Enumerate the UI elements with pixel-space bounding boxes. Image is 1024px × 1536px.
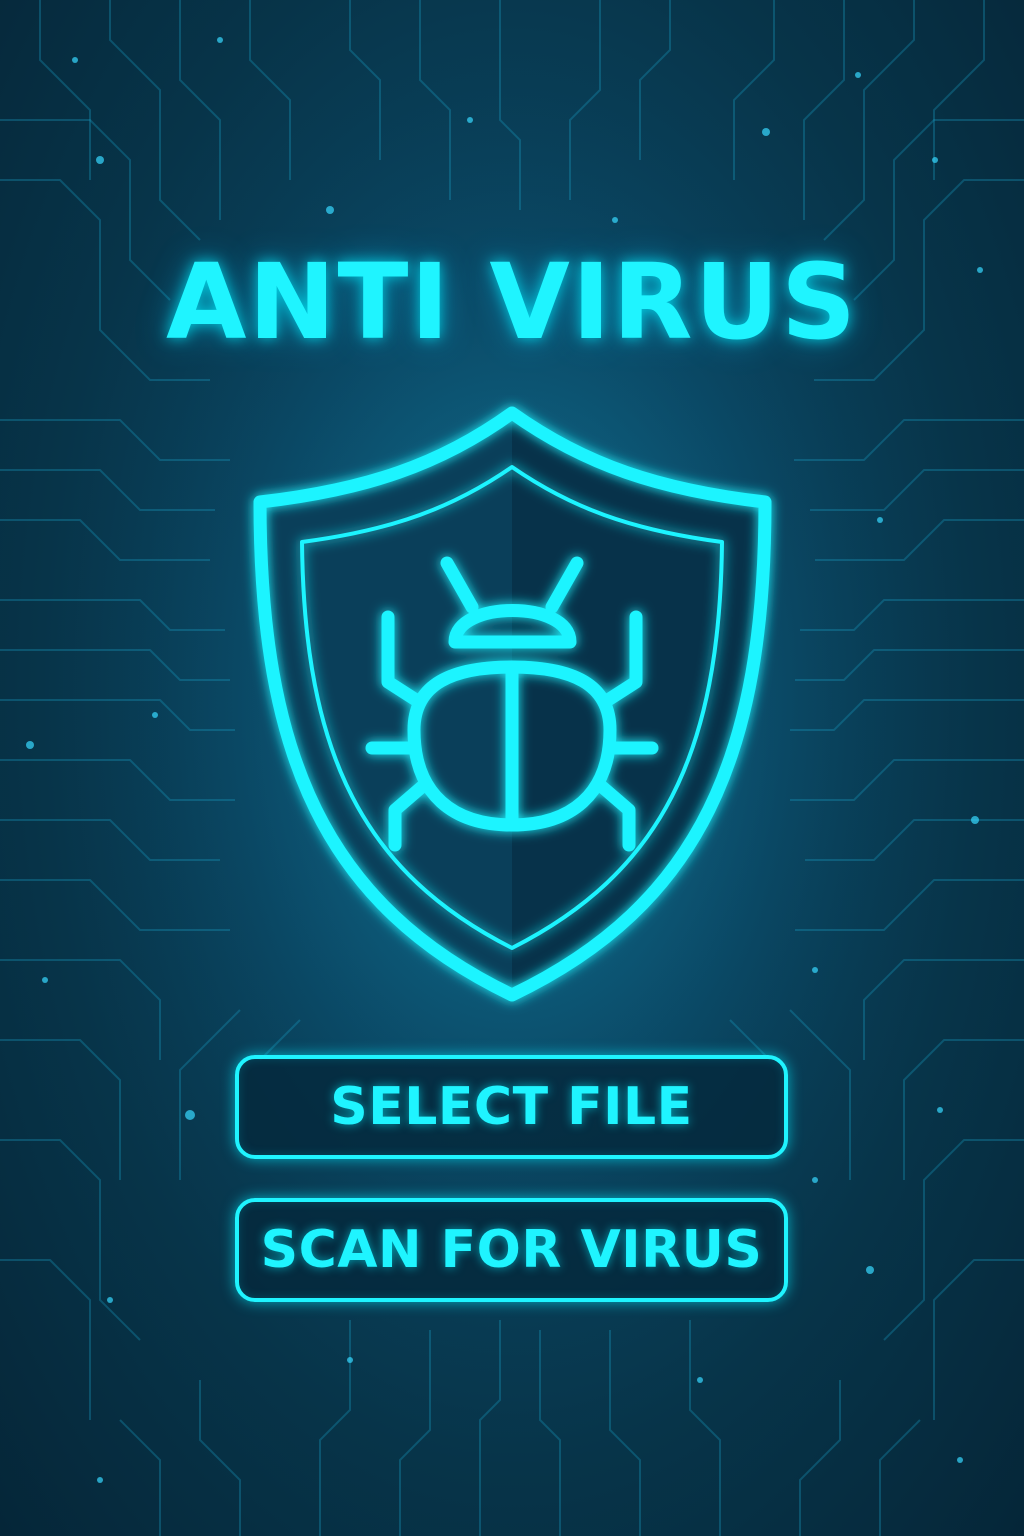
- select-file-button[interactable]: SELECT FILE: [235, 1055, 788, 1159]
- scan-for-virus-label: SCAN FOR VIRUS: [260, 1220, 763, 1280]
- app-title: ANTI VIRUS: [166, 241, 858, 363]
- select-file-label: SELECT FILE: [330, 1077, 693, 1137]
- scan-for-virus-button[interactable]: SCAN FOR VIRUS: [235, 1198, 788, 1302]
- shield-bug-icon: [240, 395, 785, 1020]
